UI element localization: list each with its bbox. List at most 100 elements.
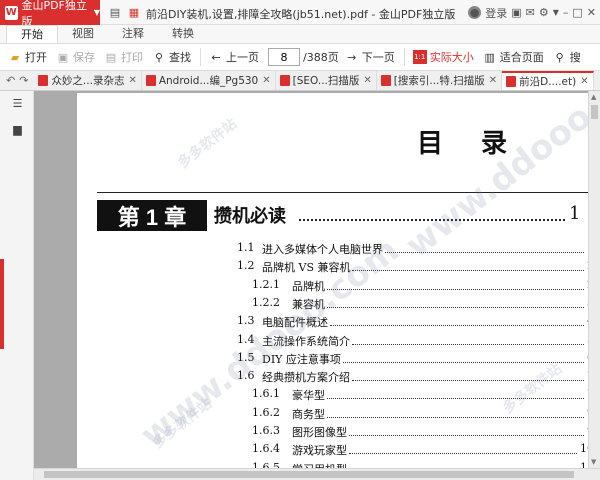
document-viewer: 目录 第 1 章 攒机必读 1 1.1进入多媒体个人电脑世界11.2品牌机 VS… (34, 91, 600, 480)
save-button[interactable]: ▣ 保存 (56, 49, 95, 65)
fit-page-icon: ▥ (484, 50, 495, 64)
toolbar-divider (403, 48, 405, 66)
toc-entry: 1.2.2兼容机3 (252, 296, 597, 314)
search-label: 搜 (569, 51, 581, 64)
scroll-up-icon[interactable]: ▲ (591, 93, 596, 101)
pdf-reader-window: W 金山PDF独立版 ▼ ▤ ▦ 前沿DIY装机,设置,排障全攻略(jb51.n… (0, 0, 600, 480)
scroll-down-icon[interactable]: ▼ (591, 458, 596, 466)
vertical-scrollbar[interactable]: ▲ ▼ (588, 91, 600, 468)
print-button[interactable]: ▤ 打印 (104, 49, 143, 65)
prev-page-button[interactable]: ← 上一页 (209, 49, 259, 65)
toc-number: 1.2.1 (252, 277, 280, 291)
pdf-icon (380, 75, 391, 86)
open-button[interactable]: ▰ 打开 (8, 49, 47, 65)
prev-page-label: 上一页 (226, 51, 259, 64)
next-page-button[interactable]: → 下一页 (345, 49, 395, 65)
folder-icon: ▰ (10, 50, 20, 64)
tab-convert[interactable]: 转换 (158, 25, 208, 43)
watermark-small: 多多软件站 (175, 115, 241, 172)
tab-view[interactable]: 视图 (58, 25, 108, 43)
toc-heading: 目录 (417, 129, 546, 159)
pdf-icon (279, 75, 290, 86)
quick-access: ▤ ▦ (108, 5, 141, 19)
toc-leader (349, 435, 584, 436)
close-tab-icon[interactable]: ✕ (262, 75, 270, 86)
pdf-icon (506, 76, 517, 87)
message-icon[interactable]: ✉ (526, 6, 535, 19)
toc-leader (352, 343, 584, 345)
toc-number: 1.6.3 (252, 424, 280, 437)
toc-leader (327, 416, 584, 418)
close-tab-icon[interactable]: ✕ (489, 75, 497, 86)
maximize-icon[interactable]: □ (572, 6, 582, 19)
arrow-right-icon: → (347, 50, 357, 64)
tab-start[interactable]: 开始 (6, 25, 58, 43)
toc-number: 1.2 (237, 259, 255, 273)
close-icon[interactable]: ✕ (587, 6, 596, 19)
pdf-page: 目录 第 1 章 攒机必读 1 1.1进入多媒体个人电脑世界11.2品牌机 VS… (77, 93, 600, 469)
toc-leader (349, 453, 577, 455)
doc-tab-active[interactable]: 前沿D....et) ✕ (502, 71, 594, 90)
doc-tab-label: Android...编_Pg530 (158, 75, 259, 87)
scroll-thumb[interactable] (591, 105, 598, 119)
page-number-input[interactable] (268, 48, 300, 66)
toc-leader (352, 270, 584, 272)
find-button[interactable]: ⚲ 查找 (152, 49, 191, 65)
toc-entry: 1.5DIY 应注意事项6 (237, 351, 597, 369)
minimize-icon[interactable]: – (563, 6, 569, 19)
watermark-small: 多多软件站 (150, 395, 216, 452)
doc-tab[interactable]: [SEO...扫描版 ✕ (276, 71, 377, 90)
horizontal-scrollbar[interactable] (34, 468, 600, 480)
tab-annotate[interactable]: 注释 (108, 25, 158, 43)
toc-title: 游戏玩家型 (292, 444, 347, 458)
toc-entry: 1.6.2商务型9 (252, 406, 597, 424)
chapter-page: 1 (569, 203, 581, 224)
actual-size-icon: 1:1 (412, 50, 427, 64)
doc-tab[interactable]: 众妙之...录杂志 ✕ (34, 71, 142, 90)
actual-size-button[interactable]: 1:1 实际大小 (412, 49, 474, 65)
sidebar-expand-handle[interactable] (0, 259, 4, 349)
toc-leader (327, 306, 584, 308)
toc-leader (327, 288, 584, 290)
thumbnails-icon[interactable]: ▆ (11, 123, 24, 136)
skin-icon[interactable]: ▣ (511, 6, 521, 19)
search-button[interactable]: ⚲ 搜 (553, 49, 581, 65)
settings-icon[interactable]: ⚙ (539, 6, 549, 19)
scroll-thumb-horizontal[interactable] (44, 471, 574, 478)
menu-chevron-icon[interactable]: ▼ (553, 8, 559, 17)
toc-title: 图形图像型 (292, 426, 347, 439)
toc-title: 豪华型 (292, 389, 325, 403)
chevron-down-icon: ▼ (93, 8, 100, 17)
close-tab-icon[interactable]: ✕ (363, 75, 371, 86)
redo-icon[interactable]: ↷ (19, 74, 28, 87)
toc-title: 商务型 (292, 407, 325, 421)
doc-tab-label: 众妙之...录杂志 (51, 75, 125, 87)
left-sidebar: ☰ ▆ (0, 91, 34, 480)
window-title: 前沿DIY装机,设置,排障全攻略(jb51.net).pdf - 金山PDF独立… (146, 8, 456, 21)
login-link[interactable]: 登录 (485, 5, 507, 21)
watermark: www.ddooo.com (398, 93, 600, 266)
toc-leader (330, 325, 584, 327)
app-logo-icon: W (5, 5, 18, 20)
toc-title: 兼容机 (292, 297, 325, 311)
outline-icon[interactable]: ☰ (11, 97, 24, 110)
toc-number: 1.6.1 (252, 387, 280, 401)
user-icon[interactable]: ● (468, 6, 482, 19)
pdf-file-icon: ▦ (128, 5, 140, 19)
save-quick-icon[interactable]: ▤ (108, 5, 122, 19)
app-menu-button[interactable]: W 金山PDF独立版 ▼ (0, 0, 100, 28)
undo-icon[interactable]: ↶ (6, 74, 15, 87)
doc-tab[interactable]: Android...编_Pg530 ✕ (142, 71, 276, 90)
close-tab-icon[interactable]: ✕ (128, 75, 136, 86)
open-label: 打开 (25, 51, 47, 64)
search-icon: ⚲ (154, 50, 164, 64)
toc-leader (352, 380, 584, 382)
doc-tab[interactable]: [搜索引...特.扫描版 ✕ (377, 71, 503, 90)
fit-page-button[interactable]: ▥ 适合页面 (483, 49, 544, 65)
ribbon-tabs: 开始 视图 注释 转换 (0, 25, 600, 43)
toc-entry: 1.6经典攒机方案介绍7 (237, 369, 597, 387)
arrow-left-icon: ← (211, 50, 221, 64)
close-tab-icon[interactable]: ✕ (580, 76, 588, 87)
toc-number: 1.2.2 (252, 295, 280, 309)
toc-number: 1.6.4 (252, 442, 280, 456)
